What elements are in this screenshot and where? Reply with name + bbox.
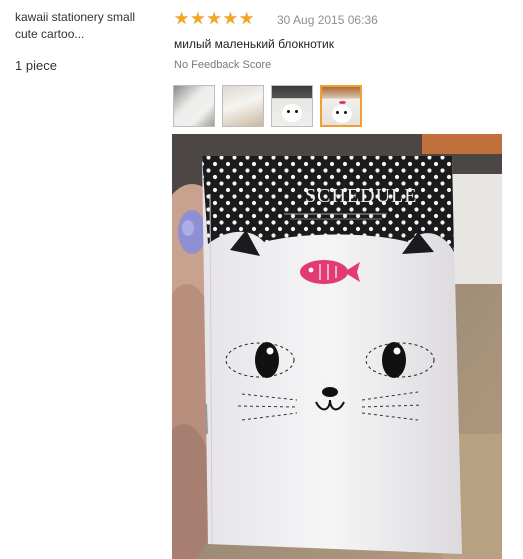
thumbnail-4-selected[interactable] [320,85,362,127]
cat-eye-icon [295,110,298,113]
cat-face-icon [332,105,352,123]
cat-face-icon [282,104,302,122]
star-icon: ★ [206,9,222,28]
review-date: 30 Aug 2015 06:36 [277,13,378,27]
review-text: милый маленький блокнотик [174,37,334,51]
star-icon: ★ [174,9,190,28]
review-photo[interactable]: SCHEDULE [172,134,502,559]
star-icon: ★ [190,9,206,28]
notebook-photo-illustration: SCHEDULE [172,134,502,559]
thumbnail-2[interactable] [222,85,264,127]
notebook-title: SCHEDULE [305,185,417,207]
product-title[interactable]: kawaii stationery small cute cartoo... [15,9,165,43]
product-title-line2[interactable]: cute cartoo... [15,26,165,43]
star-icon: ★ [239,9,255,28]
star-rating: ★ ★ ★ ★ ★ [174,10,254,28]
fish-icon [339,101,346,104]
thumbnail-1[interactable] [173,85,215,127]
notebook: SCHEDULE [202,156,462,554]
product-title-line1[interactable]: kawaii stationery small [15,9,165,26]
photo-thumbnails [173,85,362,127]
star-icon: ★ [222,9,238,28]
order-quantity: 1 piece [15,58,57,73]
cat-eye-icon [336,111,339,114]
cat-eye-icon [344,111,347,114]
cat-eye-icon [287,110,290,113]
thumbnail-3[interactable] [271,85,313,127]
feedback-score: No Feedback Score [174,59,272,71]
